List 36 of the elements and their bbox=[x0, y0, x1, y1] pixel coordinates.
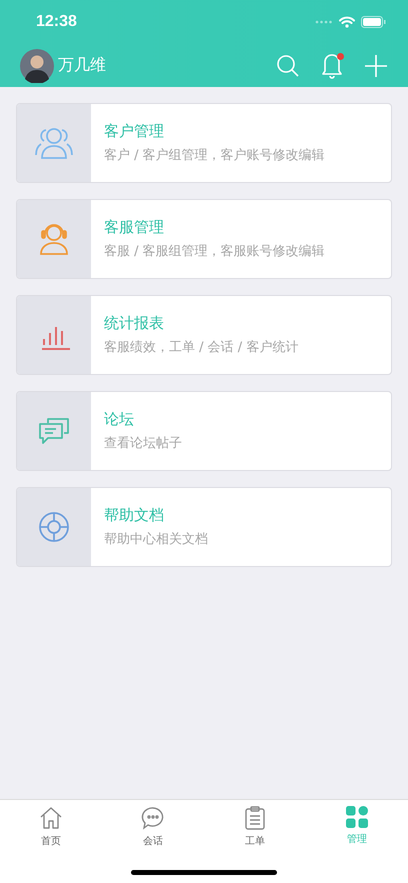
module-card[interactable]: 客户管理 客户 / 客户组管理，客户账号修改编辑 bbox=[16, 103, 392, 183]
headset-person-icon bbox=[37, 222, 71, 256]
module-title: 客服管理 bbox=[104, 218, 165, 237]
wifi-icon bbox=[339, 16, 355, 28]
people-icon bbox=[35, 126, 73, 160]
grid-icon bbox=[346, 806, 368, 828]
module-description: 客户 / 客户组管理，客户账号修改编辑 bbox=[104, 147, 325, 164]
tab[interactable]: 工单 bbox=[204, 806, 306, 848]
tab[interactable]: 首页 bbox=[0, 806, 102, 848]
lifebuoy-icon bbox=[38, 511, 70, 543]
module-title: 统计报表 bbox=[104, 314, 165, 333]
module-title: 客户管理 bbox=[104, 122, 165, 141]
clipboard-icon bbox=[244, 806, 266, 830]
signal-icon bbox=[315, 20, 333, 24]
module-title: 论坛 bbox=[104, 410, 135, 429]
module-title: 帮助文档 bbox=[104, 506, 165, 525]
module-description: 帮助中心相关文档 bbox=[104, 531, 208, 548]
module-description: 查看论坛帖子 bbox=[104, 435, 182, 452]
user-name: 万几维 bbox=[58, 55, 106, 76]
module-card[interactable]: 论坛 查看论坛帖子 bbox=[16, 391, 392, 471]
module-card[interactable]: 帮助文档 帮助中心相关文档 bbox=[16, 487, 392, 567]
tab[interactable]: 会话 bbox=[102, 806, 204, 848]
module-card[interactable]: 客服管理 客服 / 客服组管理，客服账号修改编辑 bbox=[16, 199, 392, 279]
status-time: 12:38 bbox=[36, 13, 78, 31]
module-description: 客服绩效，工单 / 会话 / 客户统计 bbox=[104, 339, 298, 356]
module-description: 客服 / 客服组管理，客服账号修改编辑 bbox=[104, 243, 325, 260]
chat-bubbles-icon bbox=[38, 417, 70, 445]
module-card[interactable]: 统计报表 客服绩效，工单 / 会话 / 客户统计 bbox=[16, 295, 392, 375]
chat-bubble-icon bbox=[141, 806, 165, 830]
add-button[interactable] bbox=[364, 54, 388, 78]
avatar[interactable] bbox=[20, 48, 54, 82]
battery-icon bbox=[361, 16, 386, 28]
home-icon bbox=[39, 806, 63, 830]
search-button[interactable] bbox=[276, 54, 300, 78]
notifications-button[interactable] bbox=[320, 52, 344, 78]
tab[interactable]: 管理 bbox=[306, 806, 408, 848]
